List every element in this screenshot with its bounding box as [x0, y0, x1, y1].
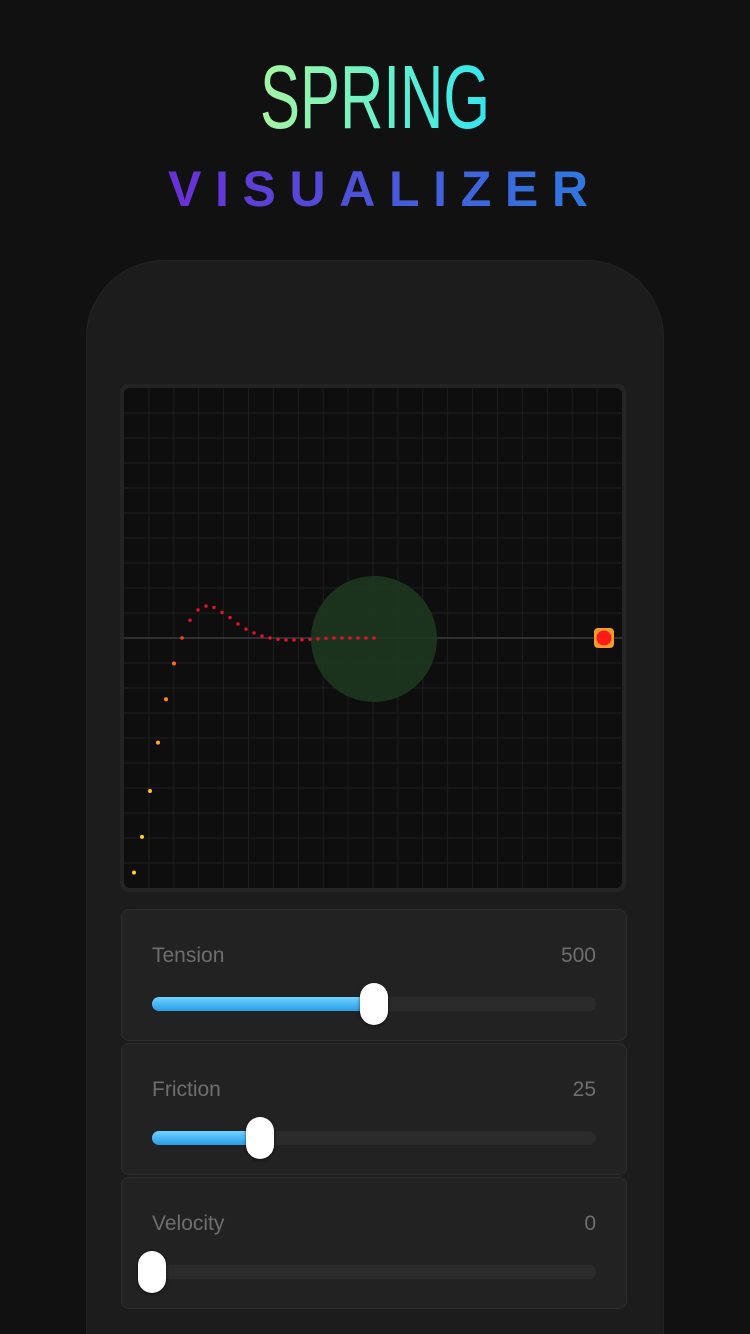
- trail-dot: [196, 608, 200, 612]
- trail-dot: [260, 634, 264, 638]
- title-spring-text: SPRING: [260, 50, 490, 140]
- trail-dot: [276, 637, 280, 641]
- trail-dot: [364, 636, 368, 640]
- velocity-label: Velocity: [152, 1212, 225, 1235]
- trail-dot: [212, 605, 216, 610]
- title-spring-graphic: SPRING: [260, 50, 490, 140]
- spring-visualizer-screen: SPRING VISUALIZER Tension 500 Friction 2…: [0, 0, 750, 1334]
- friction-panel: Friction 25: [121, 1043, 627, 1175]
- trail-dot: [148, 789, 152, 793]
- title-visualizer: VISUALIZER: [0, 158, 750, 218]
- tension-label: Tension: [152, 944, 225, 967]
- velocity-slider-thumb[interactable]: [138, 1251, 166, 1293]
- trail-dot: [284, 638, 288, 642]
- trail-dot: [292, 638, 296, 642]
- trail-dot: [252, 631, 256, 635]
- spring-graph: [124, 388, 622, 888]
- trail-dot: [172, 661, 176, 666]
- tension-slider-fill: [152, 997, 374, 1011]
- trail-dot: [220, 610, 224, 615]
- friction-label: Friction: [152, 1078, 221, 1101]
- trail-dot: [324, 636, 328, 640]
- friction-slider-thumb[interactable]: [246, 1117, 274, 1159]
- tension-value: 500: [560, 944, 596, 967]
- title-spring: SPRING: [0, 50, 750, 140]
- trail-dot: [332, 636, 336, 640]
- spring-canvas[interactable]: [124, 388, 622, 888]
- trail-dot: [372, 636, 376, 640]
- trail-dot: [300, 638, 304, 642]
- trail-dot: [132, 870, 136, 875]
- target-dot: [596, 630, 612, 646]
- trail-dot: [340, 636, 344, 640]
- trail-dot: [180, 636, 184, 640]
- friction-slider[interactable]: [152, 1117, 596, 1159]
- tension-slider[interactable]: [152, 983, 596, 1025]
- title-visualizer-text: VISUALIZER: [168, 161, 588, 217]
- trail-dot: [356, 636, 360, 640]
- friction-slider-fill: [152, 1131, 260, 1145]
- trail-dot: [204, 604, 208, 608]
- velocity-slider[interactable]: [138, 1251, 596, 1293]
- tension-slider-thumb[interactable]: [360, 983, 388, 1025]
- trail-dot: [188, 618, 192, 622]
- trail-dot: [164, 697, 168, 702]
- trail-dot: [316, 637, 320, 641]
- velocity-value: 0: [584, 1212, 596, 1235]
- trail-dot: [244, 627, 248, 631]
- trail-dot: [236, 622, 240, 626]
- velocity-panel: Velocity 0: [121, 1177, 627, 1309]
- tension-panel: Tension 500: [121, 909, 627, 1041]
- trail-dot: [348, 636, 352, 640]
- trail-dot: [156, 740, 160, 745]
- trail-dot: [140, 834, 144, 839]
- trail-dot: [228, 615, 232, 620]
- trail-dot: [268, 636, 272, 640]
- friction-value: 25: [572, 1078, 596, 1101]
- trail-dot: [308, 637, 312, 641]
- title-visualizer-graphic: VISUALIZER: [168, 161, 588, 217]
